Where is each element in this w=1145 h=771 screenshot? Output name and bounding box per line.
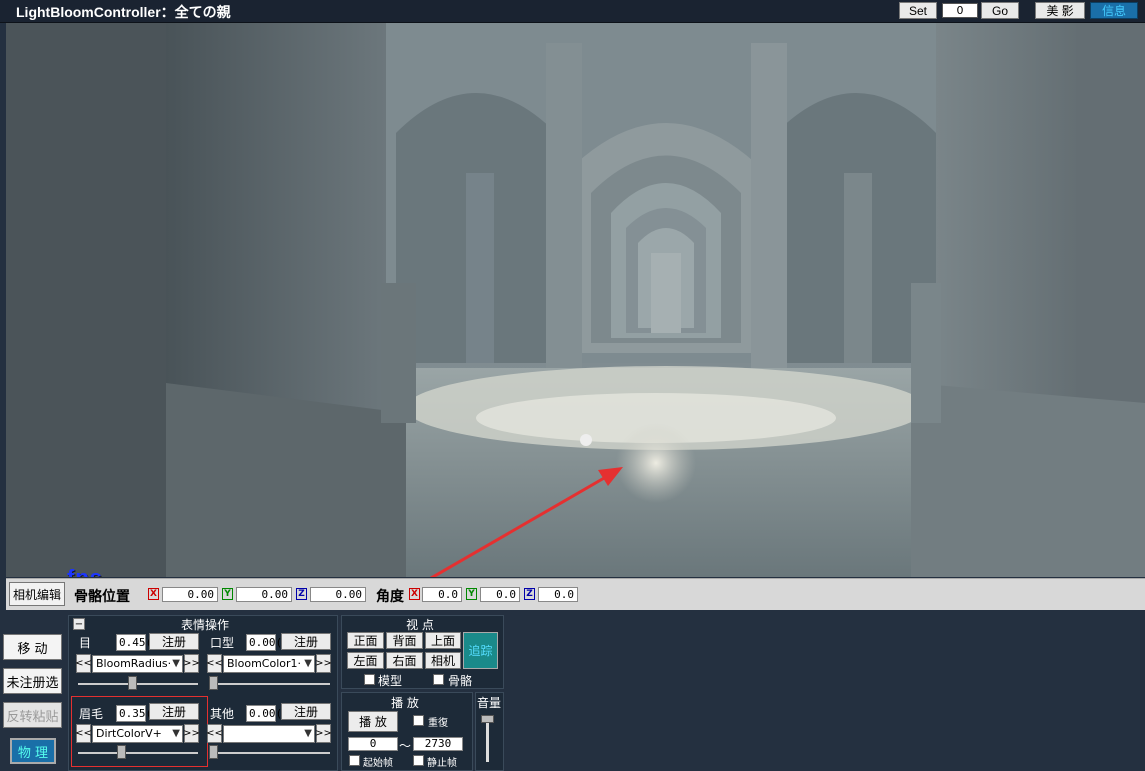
pos-z-axis-icon: Z — [296, 588, 307, 600]
volume-slider-thumb[interactable] — [481, 715, 494, 723]
eye-morph-select[interactable]: BloomRadius· ▼ — [92, 655, 183, 673]
fps-counter: —fps — [44, 565, 103, 577]
other-label: 其他 — [210, 707, 235, 721]
reverse-paste-button[interactable]: 反转粘贴 — [3, 702, 62, 728]
view-front-button[interactable]: 正面 — [347, 632, 384, 649]
scene-render — [6, 23, 1145, 577]
3d-viewport[interactable]: —fps — [6, 23, 1145, 577]
start-frame-label: 起始帧 — [363, 758, 393, 769]
other-prev-button[interactable]: << — [206, 724, 223, 743]
other-morph-select[interactable]: ▼ — [223, 725, 315, 743]
mouth-value[interactable]: 0.00( — [246, 634, 282, 651]
highlight-annotation-box — [71, 696, 208, 767]
expression-title: 表情操作 — [180, 618, 229, 632]
model-checkbox[interactable] — [364, 674, 375, 685]
beauty-button[interactable]: 美 影 — [1035, 2, 1085, 19]
mouth-prev-button[interactable]: << — [206, 654, 223, 673]
mouth-register-button[interactable]: 注册 — [281, 633, 331, 650]
eye-slider-track — [78, 683, 198, 685]
mouth-morph-value: BloomColor1· — [227, 657, 301, 670]
range-separator: ～ — [399, 739, 412, 753]
play-button[interactable]: 播 放 — [348, 711, 398, 732]
stop-frame-checkbox[interactable] — [413, 755, 424, 766]
physics-button[interactable]: 物 理 — [10, 738, 56, 764]
window-title: LightBloomController：全ての親 — [16, 4, 231, 20]
bone-position-label: 骨骼位置 — [74, 589, 130, 605]
view-back-button[interactable]: 背面 — [386, 632, 423, 649]
eye-slider-thumb[interactable] — [128, 676, 137, 690]
rot-z-axis-icon: Z — [524, 588, 535, 600]
move-button[interactable]: 移 动 — [3, 634, 62, 660]
angle-label: 角度 — [376, 589, 404, 605]
bone-position-bar: 相机编辑 骨骼位置 X 0.00 Y 0.00 Z 0.00 角度 X 0.0 … — [6, 578, 1145, 610]
volume-label: 音量 — [477, 696, 502, 710]
view-title: 视 点 — [406, 618, 434, 632]
rot-x-field[interactable]: 0.0 — [422, 587, 462, 602]
other-slider-thumb[interactable] — [209, 745, 218, 759]
camera-edit-button[interactable]: 相机编辑 — [9, 582, 65, 606]
eye-label: 目 — [79, 636, 92, 650]
eye-morph-value: BloomRadius· — [96, 657, 172, 670]
mouth-label: 口型 — [210, 636, 235, 650]
collapse-button[interactable]: − — [73, 618, 85, 630]
track-button[interactable]: 追踪 — [463, 632, 498, 669]
mouth-next-button[interactable]: >> — [315, 654, 332, 673]
mouth-slider-thumb[interactable] — [209, 676, 218, 690]
view-right-button[interactable]: 右面 — [386, 652, 423, 669]
rot-y-axis-icon: Y — [466, 588, 477, 600]
rot-y-field[interactable]: 0.0 — [480, 587, 520, 602]
eye-value[interactable]: 0.45( — [116, 634, 152, 651]
other-register-button[interactable]: 注册 — [281, 703, 331, 720]
mouth-slider-track — [210, 683, 330, 685]
pos-y-field[interactable]: 0.00 — [236, 587, 292, 602]
info-button[interactable]: 信息 — [1090, 2, 1138, 19]
chevron-down-icon: ▼ — [172, 658, 180, 669]
start-frame-checkbox[interactable] — [349, 755, 360, 766]
bone-label: 骨骼 — [448, 674, 473, 688]
view-left-button[interactable]: 左面 — [347, 652, 384, 669]
rot-z-field[interactable]: 0.0 — [538, 587, 578, 602]
chevron-down-icon: ▼ — [304, 658, 312, 669]
title-bar: LightBloomController：全ての親 Set 0 Go 美 影 信… — [0, 0, 1145, 23]
model-label: 模型 — [378, 674, 403, 688]
stop-frame-label: 静止帧 — [427, 758, 457, 769]
playback-title: 播 放 — [391, 696, 419, 710]
eye-prev-button[interactable]: << — [75, 654, 92, 673]
eye-next-button[interactable]: >> — [183, 654, 200, 673]
end-frame-input[interactable]: 2730 — [413, 737, 463, 751]
repeat-label: 重復 — [428, 718, 448, 729]
other-value[interactable]: 0.00( — [246, 705, 282, 722]
go-button[interactable]: Go — [981, 2, 1019, 19]
pos-x-axis-icon: X — [148, 588, 159, 600]
rot-x-axis-icon: X — [409, 588, 420, 600]
start-frame-input[interactable]: 0 — [348, 737, 398, 751]
mouth-morph-select[interactable]: BloomColor1· ▼ — [223, 655, 315, 673]
set-button[interactable]: Set — [899, 2, 937, 19]
unregistered-select-button[interactable]: 未注册选 — [3, 668, 62, 694]
repeat-checkbox[interactable] — [413, 715, 424, 726]
eye-register-button[interactable]: 注册 — [149, 633, 199, 650]
view-top-button[interactable]: 上面 — [425, 632, 461, 649]
pos-x-field[interactable]: 0.00 — [162, 587, 218, 602]
chevron-down-icon: ▼ — [304, 728, 312, 739]
bone-checkbox[interactable] — [433, 674, 444, 685]
other-next-button[interactable]: >> — [315, 724, 332, 743]
frame-input[interactable]: 0 — [942, 3, 978, 18]
pos-y-axis-icon: Y — [222, 588, 233, 600]
view-camera-button[interactable]: 相机 — [425, 652, 461, 669]
pos-z-field[interactable]: 0.00 — [310, 587, 366, 602]
other-slider-track — [210, 752, 330, 754]
